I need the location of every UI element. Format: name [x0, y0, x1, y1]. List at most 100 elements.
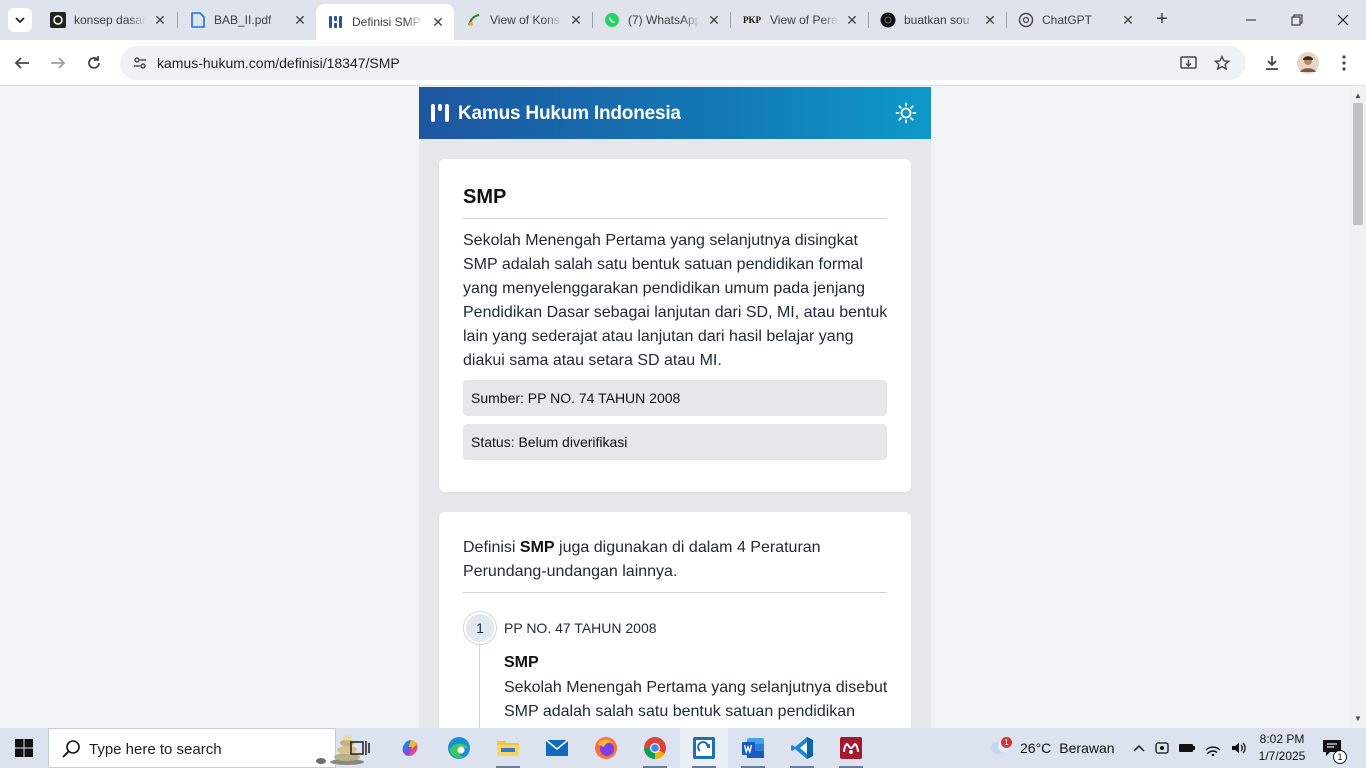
volume-icon[interactable] — [1230, 740, 1248, 756]
regulation-title[interactable]: PP NO. 47 TAHUN 2008 — [504, 620, 657, 636]
page-title: SMP — [463, 186, 507, 208]
weather-temp: 26°C — [1020, 740, 1052, 756]
tab-chatgpt[interactable]: ChatGPT ✕ — [1006, 6, 1144, 34]
task-view-icon — [350, 741, 370, 755]
tab-title: BAB_II.pdf — [214, 13, 272, 27]
file-explorer-icon — [497, 741, 519, 756]
address-bar[interactable]: kamus-hukum.com/definisi/18347/SMP — [120, 46, 1246, 80]
taskbar-search[interactable]: Type here to search — [48, 728, 364, 768]
remote-desktop-button[interactable] — [680, 728, 728, 768]
weather-widget[interactable]: 1 26°C Berawan — [987, 728, 1115, 768]
scroll-down-icon[interactable]: ▼ — [1354, 714, 1362, 723]
firefox-button[interactable] — [582, 728, 630, 768]
divider — [463, 592, 887, 593]
close-tab-icon[interactable]: ✕ — [1120, 12, 1136, 28]
tab-view-of-pera[interactable]: PKP View of Pera ✕ — [730, 6, 868, 34]
word-button[interactable] — [729, 728, 777, 768]
chrome-button[interactable] — [631, 728, 679, 768]
sun-icon[interactable] — [895, 102, 917, 124]
taskbar-clock[interactable]: 8:02 PM 1/7/2025 — [1252, 731, 1312, 765]
profile-button[interactable] — [1292, 47, 1324, 79]
lead-prefix: Definisi — [463, 539, 516, 556]
vscode-button[interactable] — [778, 728, 826, 768]
browser-toolbar: kamus-hukum.com/definisi/18347/SMP — [0, 40, 1366, 86]
meet-now-icon[interactable] — [1154, 740, 1170, 756]
arrow-right-icon — [51, 57, 66, 69]
tab-strip: konsep dasar ✕ BAB_II.pdf ✕ Definisi SMP… — [0, 0, 1366, 40]
definition-card: SMP Sekolah Menengah Pertama yang selanj… — [439, 159, 911, 492]
tab-buatkan[interactable]: buatkan sou ✕ — [868, 6, 1006, 34]
site-info-icon[interactable] — [128, 51, 152, 75]
mail-button[interactable] — [533, 728, 581, 768]
dark-logo-icon — [50, 12, 66, 28]
kamus-hukum-logo-icon[interactable] — [431, 104, 449, 122]
minimize-button[interactable] — [1228, 0, 1274, 40]
tab-whatsapp[interactable]: (7) WhatsApp ✕ — [592, 6, 730, 34]
bookmark-star-icon[interactable] — [1210, 51, 1234, 75]
close-tab-icon[interactable]: ✕ — [706, 12, 722, 28]
copilot-icon — [402, 740, 418, 756]
tab-title: (7) WhatsApp — [628, 13, 700, 27]
mendeley-button[interactable] — [827, 728, 875, 768]
tab-title: View of Kons — [490, 13, 560, 27]
lead-suffix: juga digunakan di dalam 4 Peraturan Peru… — [463, 539, 821, 580]
tab-title: buatkan sou — [904, 13, 970, 27]
reload-button[interactable] — [78, 47, 110, 79]
forward-button[interactable] — [42, 47, 74, 79]
copilot-button[interactable] — [386, 728, 434, 768]
related-lead: Definisi SMP juga digunakan di dalam 4 P… — [463, 536, 889, 584]
tab-title: View of Pera — [770, 13, 838, 27]
start-button[interactable] — [0, 728, 48, 768]
task-view-button[interactable] — [336, 728, 384, 768]
minimize-icon — [1246, 19, 1256, 21]
close-tab-icon[interactable]: ✕ — [292, 12, 308, 28]
search-icon — [62, 740, 80, 758]
scroll-up-icon[interactable]: ▲ — [1354, 91, 1362, 100]
windows-logo-icon — [15, 739, 33, 757]
tab-view-of-kons[interactable]: View of Kons ✕ — [454, 6, 592, 34]
pkp-icon: PKP — [743, 15, 761, 25]
close-tab-icon[interactable]: ✕ — [982, 12, 998, 28]
journal-icon — [466, 12, 482, 28]
weather-alert-badge: 1 — [1001, 737, 1012, 748]
source-label: Sumber: PP NO. 74 TAHUN 2008 — [463, 380, 887, 416]
tab-search-button[interactable] — [8, 8, 32, 32]
downloads-button[interactable] — [1256, 47, 1288, 79]
scrollbar-thumb[interactable] — [1353, 103, 1363, 225]
weather-desc: Berawan — [1059, 740, 1115, 756]
close-tab-icon[interactable]: ✕ — [568, 12, 584, 28]
download-icon — [1266, 56, 1278, 70]
chrome-icon — [644, 737, 666, 759]
search-placeholder[interactable]: Type here to search — [89, 741, 222, 758]
close-window-button[interactable] — [1320, 0, 1366, 40]
file-explorer-button[interactable] — [484, 728, 532, 768]
site-brand[interactable]: Kamus Hukum Indonesia — [458, 103, 681, 125]
install-app-icon[interactable] — [1177, 51, 1201, 75]
close-tab-icon[interactable]: ✕ — [430, 14, 446, 30]
remote-desktop-icon — [693, 737, 715, 759]
reload-icon — [88, 56, 100, 69]
url-text[interactable]: kamus-hukum.com/definisi/18347/SMP — [157, 55, 400, 71]
menu-button[interactable] — [1328, 47, 1360, 79]
close-tab-icon[interactable]: ✕ — [844, 12, 860, 28]
back-button[interactable] — [6, 47, 38, 79]
wifi-icon[interactable] — [1204, 740, 1222, 756]
restore-button[interactable] — [1274, 0, 1320, 40]
tab-konsep[interactable]: konsep dasar ✕ — [38, 6, 176, 34]
word-icon — [742, 738, 764, 758]
chevron-up-icon[interactable] — [1132, 741, 1146, 755]
dark-circle-icon — [880, 12, 896, 28]
related-term: SMP — [504, 654, 539, 671]
tab-definisi-smp[interactable]: Definisi SMP ✕ — [316, 4, 454, 40]
battery-icon[interactable] — [1178, 741, 1196, 755]
clock-time: 8:02 PM — [1259, 732, 1305, 746]
edge-button[interactable] — [435, 728, 483, 768]
notification-center-button[interactable]: 1 — [1322, 728, 1347, 768]
new-tab-button[interactable]: + — [1150, 8, 1174, 32]
tab-bab-ii[interactable]: BAB_II.pdf ✕ — [178, 6, 316, 34]
avatar — [1297, 52, 1319, 74]
edge-icon — [448, 737, 470, 759]
page-scrollbar[interactable]: ▲ ▼ — [1350, 87, 1366, 728]
close-tab-icon[interactable]: ✕ — [152, 12, 168, 28]
mail-icon — [545, 739, 569, 756]
